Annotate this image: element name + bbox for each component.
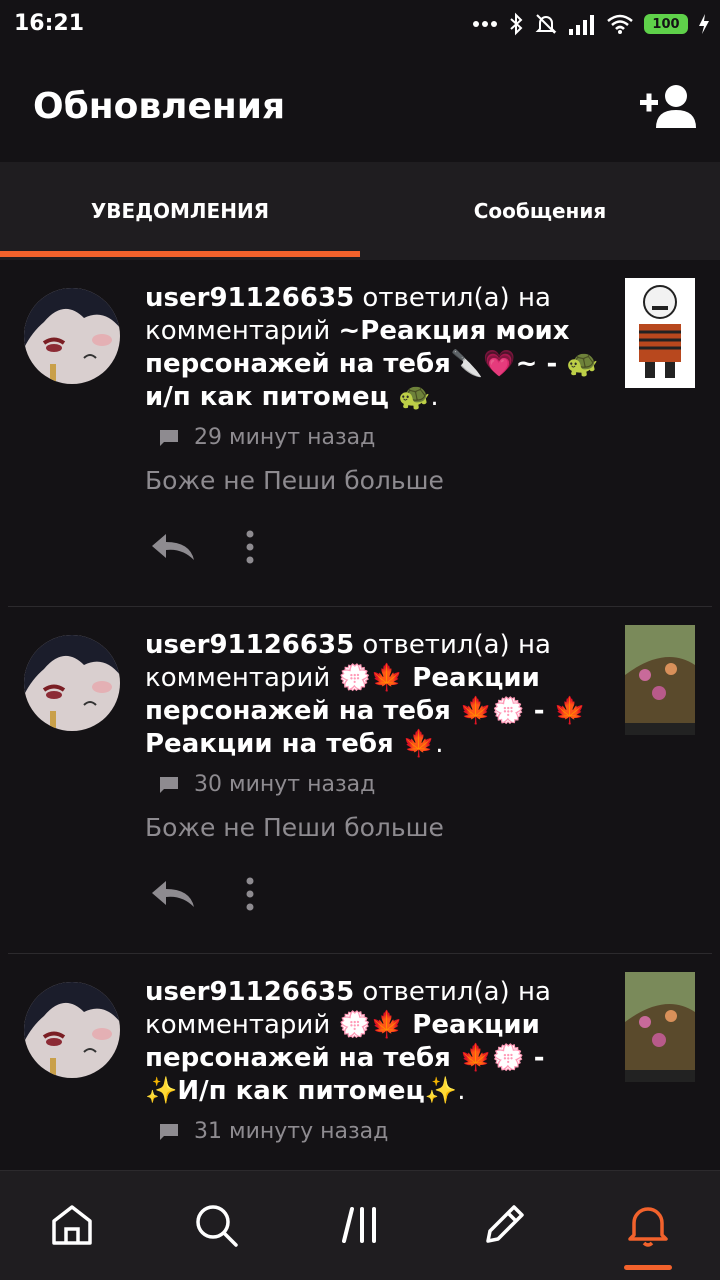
comment-text: Боже не Пеши больше bbox=[145, 813, 444, 842]
notification-feed[interactable]: user91126635 ответил(а) на комментарий ~… bbox=[0, 260, 720, 1170]
post-thumbnail[interactable] bbox=[625, 278, 695, 388]
notification-text[interactable]: user91126635 ответил(а) на комментарий 💮… bbox=[145, 629, 605, 761]
time-row: 30 минут назад bbox=[158, 772, 375, 797]
mute-bell-icon bbox=[535, 14, 557, 34]
add-user-icon[interactable] bbox=[640, 84, 696, 130]
end-punct: . bbox=[435, 729, 444, 759]
end-punct: . bbox=[457, 1076, 466, 1106]
tab-notifications[interactable]: УВЕДОМЛЕНИЯ bbox=[0, 162, 360, 260]
notification-item[interactable]: user91126635 ответил(а) на комментарий 💮… bbox=[8, 607, 712, 954]
active-tab-indicator bbox=[0, 251, 360, 257]
status-icons: 100 bbox=[472, 12, 710, 36]
notification-text[interactable]: user91126635 ответил(а) на комментарий ~… bbox=[145, 282, 605, 414]
reply-icon[interactable] bbox=[150, 530, 196, 564]
more-vertical-icon[interactable] bbox=[236, 875, 264, 913]
post-thumbnail[interactable] bbox=[625, 972, 695, 1082]
page-title: Обновления bbox=[33, 86, 286, 127]
notification-item[interactable]: user91126635 ответил(а) на комментарий ~… bbox=[8, 260, 712, 607]
charging-icon bbox=[699, 14, 709, 34]
timestamp: 29 минут назад bbox=[194, 425, 376, 450]
wifi-icon bbox=[607, 14, 633, 34]
username[interactable]: user91126635 bbox=[145, 283, 354, 313]
post-thumbnail[interactable] bbox=[625, 625, 695, 735]
home-icon[interactable] bbox=[48, 1201, 96, 1249]
tab-messages[interactable]: Сообщения bbox=[360, 162, 720, 260]
avatar[interactable] bbox=[24, 982, 120, 1078]
notification-item[interactable]: user91126635 ответил(а) на комментарий 💮… bbox=[8, 954, 712, 1170]
time-row: 31 минуту назад bbox=[158, 1119, 388, 1144]
comment-icon bbox=[160, 1123, 178, 1140]
app-header: Обновления bbox=[0, 50, 720, 162]
comment-icon bbox=[160, 776, 178, 793]
comment-icon bbox=[160, 429, 178, 446]
status-time: 16:21 bbox=[14, 11, 85, 36]
more-vertical-icon[interactable] bbox=[236, 528, 264, 566]
timestamp: 30 минут назад bbox=[194, 772, 376, 797]
active-nav-indicator bbox=[624, 1265, 672, 1270]
username[interactable]: user91126635 bbox=[145, 977, 354, 1007]
battery-icon: 100 bbox=[644, 14, 688, 34]
avatar[interactable] bbox=[24, 635, 120, 731]
avatar[interactable] bbox=[24, 288, 120, 384]
battery-level: 100 bbox=[652, 16, 680, 32]
more-dots-icon bbox=[473, 21, 497, 27]
username[interactable]: user91126635 bbox=[145, 630, 354, 660]
notification-text[interactable]: user91126635 ответил(а) на комментарий 💮… bbox=[145, 976, 605, 1108]
bluetooth-icon bbox=[510, 12, 523, 36]
tab-bar: УВЕДОМЛЕНИЯ Сообщения bbox=[0, 162, 720, 260]
search-icon[interactable] bbox=[192, 1201, 240, 1249]
time-row: 29 минут назад bbox=[158, 425, 375, 450]
signal-icon bbox=[569, 15, 594, 35]
end-punct: . bbox=[430, 382, 439, 412]
bell-icon[interactable] bbox=[624, 1201, 672, 1249]
bottom-nav bbox=[0, 1170, 720, 1280]
feed-icon[interactable] bbox=[338, 1201, 386, 1249]
write-icon[interactable] bbox=[480, 1201, 528, 1249]
reply-icon[interactable] bbox=[150, 877, 196, 911]
comment-text: Боже не Пеши больше bbox=[145, 466, 444, 495]
timestamp: 31 минуту назад bbox=[194, 1119, 389, 1144]
status-bar: 16:21 100 bbox=[0, 0, 720, 50]
